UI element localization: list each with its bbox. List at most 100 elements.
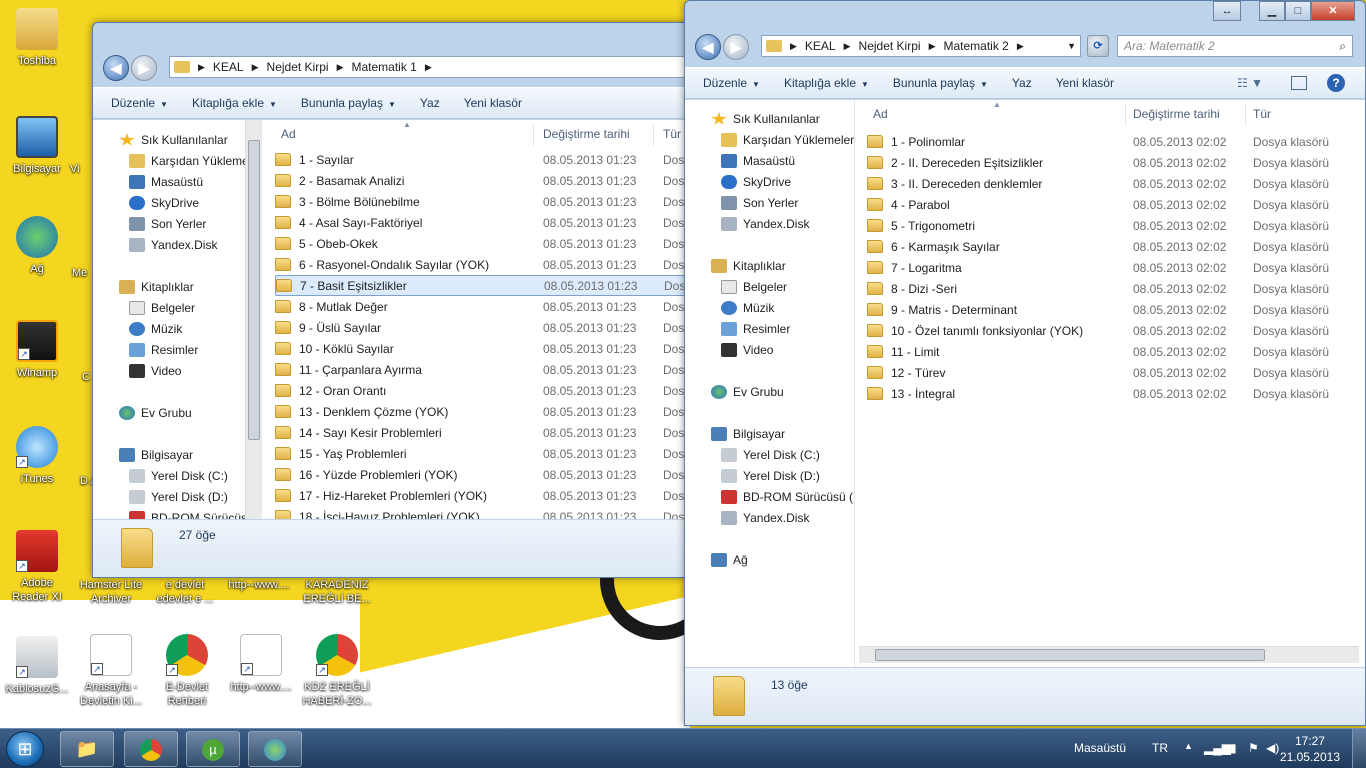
include-in-library-menu[interactable]: Kitaplığa ekle ▼ xyxy=(192,96,277,110)
breadcrumb-item[interactable]: Nejdet Kirpi xyxy=(859,39,921,53)
organize-menu[interactable]: Düzenle ▼ xyxy=(703,76,760,90)
network-signal-icon[interactable]: ▂▄▆ xyxy=(1204,741,1231,755)
desktop-icon-web-shortcut-2[interactable]: ↗ http--www.... xyxy=(226,634,296,694)
nav-drive-d[interactable]: Yerel Disk (D:) xyxy=(129,487,228,507)
search-input[interactable]: Ara: Matematik 2 ⌕ xyxy=(1117,35,1353,57)
breadcrumb-item[interactable]: KEAL xyxy=(213,60,244,74)
taskbar-messenger-button[interactable] xyxy=(248,731,302,767)
desktop-icon-edevlet-rehberi[interactable]: ↗ E-Devlet Rehberi xyxy=(152,634,222,708)
column-header-type[interactable]: Tür xyxy=(1253,100,1271,128)
new-folder-button[interactable]: Yeni klasör xyxy=(464,96,522,110)
file-row[interactable]: 5 - Trigonometri 08.05.2013 02:02 Dosya kl… xyxy=(867,215,1365,236)
title-bar[interactable] xyxy=(93,23,689,53)
file-row[interactable]: 2 - II. Dereceden Eşitsizlikler 08.05.201… xyxy=(867,152,1365,173)
nav-yandex-disk-drive[interactable]: Yandex.Disk xyxy=(721,508,809,528)
file-row[interactable]: 4 - Asal Sayı-Faktöriyel 08.05.2013 01:23… xyxy=(275,212,689,233)
organize-menu[interactable]: Düzenle ▼ xyxy=(111,96,168,110)
file-row[interactable]: 9 - Matris - Determinant 08.05.2013 02:02… xyxy=(867,299,1365,320)
nav-computer[interactable]: Bilgisayar xyxy=(711,424,785,444)
desktop-icon-anasayfa[interactable]: ↗ Anasayfa - Devletin Ki... xyxy=(76,634,146,708)
nav-videos[interactable]: Video xyxy=(721,340,773,360)
desktop-icon-adobe-reader[interactable]: ↗ Adobe Reader XI xyxy=(2,530,72,604)
file-row[interactable]: 15 - Yaş Problemleri 08.05.2013 01:23 Dos xyxy=(275,443,689,464)
file-row[interactable]: 14 - Sayı Kesir Problemleri 08.05.2013 01… xyxy=(275,422,689,443)
nav-libraries[interactable]: Kitaplıklar xyxy=(711,256,786,276)
file-row[interactable]: 13 - İntegral 08.05.2013 02:02 Dosya klasö… xyxy=(867,383,1365,404)
start-button[interactable]: ⊞ xyxy=(6,731,44,767)
taskbar-utorrent-button[interactable]: µ xyxy=(186,731,240,767)
clock[interactable]: 17:27 21.05.2013 xyxy=(1280,733,1340,765)
nav-libraries[interactable]: Kitaplıklar xyxy=(119,277,194,297)
nav-music[interactable]: Müzik xyxy=(721,298,774,318)
nav-downloads[interactable]: Karşıdan Yükleme xyxy=(129,151,249,171)
refresh-button[interactable]: ⟳ xyxy=(1087,35,1109,57)
share-with-menu[interactable]: Bununla paylaş ▼ xyxy=(301,96,396,110)
column-separator[interactable] xyxy=(1245,104,1246,126)
file-row[interactable]: 17 - Hiz-Hareket Problemleri (YOK) 08.05.… xyxy=(275,485,689,506)
restore-window-button[interactable]: ↔ xyxy=(1213,1,1241,21)
minimize-button[interactable]: ▁ xyxy=(1259,1,1285,21)
file-row[interactable]: 3 - Bölme Bölünebilme 08.05.2013 01:23 Dos xyxy=(275,191,689,212)
language-indicator[interactable]: TR xyxy=(1152,741,1168,755)
scrollbar-thumb[interactable] xyxy=(875,649,1265,661)
show-hidden-icons-icon[interactable]: ▲ xyxy=(1184,741,1193,751)
column-header-type[interactable]: Tür xyxy=(663,120,681,148)
volume-icon[interactable]: ◀) xyxy=(1266,741,1279,755)
maximize-button[interactable]: □ xyxy=(1285,1,1311,21)
file-row[interactable]: 16 - Yüzde Problemleri (YOK) 08.05.2013 0… xyxy=(275,464,689,485)
file-row[interactable]: 10 - Özel tanımlı fonksiyonlar (YOK) 08.0… xyxy=(867,320,1365,341)
column-header-name[interactable]: Ad xyxy=(281,120,296,148)
show-desktop-button[interactable] xyxy=(1352,729,1366,768)
desktop-icon-kdz-eregli[interactable]: ↗ KDZ EREĞLİ HABERİ-ZO... xyxy=(302,634,372,708)
nav-recent-places[interactable]: Son Yerler xyxy=(721,193,798,213)
column-header-date[interactable]: Değiştirme tarihi xyxy=(1133,100,1220,128)
file-row[interactable]: 12 - Oran Orantı 08.05.2013 01:23 Dos xyxy=(275,380,689,401)
help-icon[interactable]: ? xyxy=(1327,74,1345,92)
explorer-window-matematik-1[interactable]: ◀ ▶ ▶ KEAL ▶ Nejdet Kirpi ▶ Matematik 1 … xyxy=(92,22,690,578)
desktop-icon-network[interactable]: Ağ xyxy=(2,216,72,276)
desktop-icon-hamster[interactable]: Hamster Lite Archiver xyxy=(76,578,146,606)
preview-pane-icon[interactable] xyxy=(1291,76,1307,90)
close-button[interactable]: ✕ xyxy=(1311,1,1355,21)
horizontal-scrollbar[interactable] xyxy=(859,646,1359,663)
forward-button[interactable]: ▶ xyxy=(131,55,157,81)
file-row[interactable]: 1 - Polinomlar 08.05.2013 02:02 Dosya klas… xyxy=(867,131,1365,152)
chevron-down-icon[interactable]: ▼ xyxy=(1067,41,1076,51)
breadcrumb-item[interactable]: Matematik 1 xyxy=(351,60,416,74)
desktop-icon-winamp[interactable]: ↗ Winamp xyxy=(2,320,72,380)
desktop-icon-itunes[interactable]: ↗ iTunes xyxy=(2,426,72,486)
file-row[interactable]: 13 - Denklem Çözme (YOK) 08.05.2013 01:23… xyxy=(275,401,689,422)
desktop-icon-computer[interactable]: Bilgisayar xyxy=(2,116,72,176)
file-row[interactable]: 7 - Logaritma 08.05.2013 02:02 Dosya klasö… xyxy=(867,257,1365,278)
address-bar[interactable]: ▶ KEAL ▶ Nejdet Kirpi ▶ Matematik 1 ▶ xyxy=(169,56,689,78)
nav-bd-rom[interactable]: BD-ROM Sürücüsü xyxy=(129,508,254,519)
back-button[interactable]: ◀ xyxy=(103,55,129,81)
column-separator[interactable] xyxy=(1125,104,1126,126)
nav-yandex-disk[interactable]: Yandex.Disk xyxy=(721,214,809,234)
nav-yandex-disk[interactable]: Yandex.Disk xyxy=(129,235,217,255)
nav-recent-places[interactable]: Son Yerler xyxy=(129,214,206,234)
file-row[interactable]: 5 - Obeb-Okek 08.05.2013 01:23 Dos xyxy=(275,233,689,254)
nav-pictures[interactable]: Resimler xyxy=(721,319,790,339)
nav-bd-rom[interactable]: BD-ROM Sürücüsü (F xyxy=(721,487,854,507)
nav-desktop[interactable]: Masaüstü xyxy=(721,151,795,171)
nav-videos[interactable]: Video xyxy=(129,361,181,381)
nav-skydrive[interactable]: SkyDrive xyxy=(129,193,199,213)
file-row[interactable]: 10 - Köklü Sayılar 08.05.2013 01:23 Dos xyxy=(275,338,689,359)
taskbar-explorer-button[interactable]: 📁 xyxy=(60,731,114,767)
file-row[interactable]: 3 - II. Dereceden denklemler 08.05.2013 0… xyxy=(867,173,1365,194)
explorer-window-matematik-2[interactable]: ↔ ▁ □ ✕ ◀ ▶ ▶ KEAL ▶ Nejdet Kirpi ▶ Mate… xyxy=(684,0,1366,726)
nav-documents[interactable]: Belgeler xyxy=(129,298,195,318)
nav-pictures[interactable]: Resimler xyxy=(129,340,198,360)
nav-drive-c[interactable]: Yerel Disk (C:) xyxy=(721,445,820,465)
nav-favorites[interactable]: Sık Kullanılanlar xyxy=(711,109,820,129)
nav-computer[interactable]: Bilgisayar xyxy=(119,445,193,465)
file-row[interactable]: 12 - Türev 08.05.2013 02:02 Dosya klasörü xyxy=(867,362,1365,383)
file-row[interactable]: 7 - Basit Eşitsizlikler 08.05.2013 01:23 D… xyxy=(275,275,689,296)
burn-button[interactable]: Yaz xyxy=(420,96,440,110)
column-header-name[interactable]: Ad xyxy=(873,100,888,128)
file-row[interactable]: 2 - Basamak Analizi 08.05.2013 01:23 Dos xyxy=(275,170,689,191)
view-options-icon[interactable]: ☷ ▼ xyxy=(1237,76,1263,90)
share-with-menu[interactable]: Bununla paylaş ▼ xyxy=(893,76,988,90)
file-row[interactable]: 8 - Dizi -Seri 08.05.2013 02:02 Dosya klas… xyxy=(867,278,1365,299)
